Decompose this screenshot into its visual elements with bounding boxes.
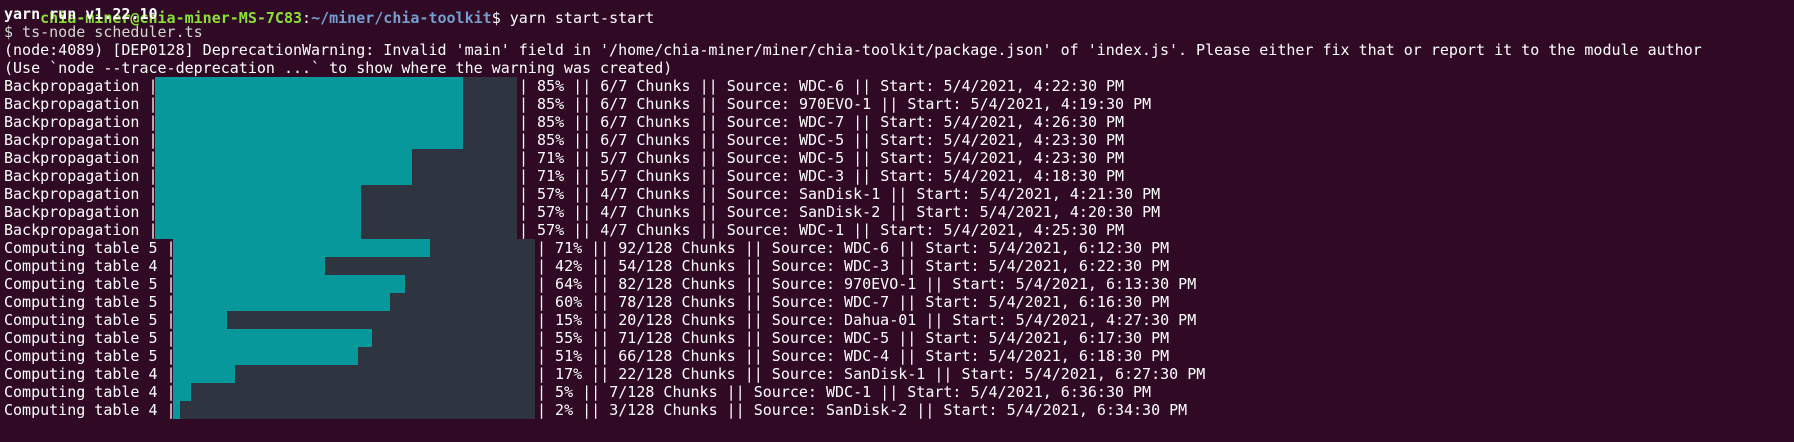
progress-bar-fill [155,221,361,239]
progress-row-status: | 71% || 5/7 Chunks || Source: WDC-3 || … [519,167,1125,185]
progress-bar-fill [173,275,405,293]
progress-row-label: Computing table 4 | [4,383,176,401]
progress-bar-fill [173,347,358,365]
prompt-separator: : [302,9,312,27]
progress-row-label: Computing table 4 | [4,365,176,383]
prompt-path: ~/miner/chia-toolkit [311,9,492,27]
progress-row-status: | 17% || 22/128 Chunks || Source: SanDis… [537,365,1206,383]
progress-bar [173,293,535,311]
progress-bar-fill [173,383,191,401]
progress-bar [173,365,535,383]
progress-row-status: | 15% || 20/128 Chunks || Source: Dahua-… [537,311,1197,329]
progress-row-status: | 55% || 71/128 Chunks || Source: WDC-5 … [537,329,1170,347]
progress-bar [173,401,535,419]
progress-bar [155,221,517,239]
progress-bar [155,113,517,131]
progress-row-label: Backpropagation | [4,221,158,239]
progress-row-status: | 2% || 3/128 Chunks || Source: SanDisk-… [537,401,1188,419]
progress-bar [173,275,535,293]
progress-row-label: Computing table 5 | [4,239,176,257]
progress-row-label: Backpropagation | [4,149,158,167]
progress-row-label: Computing table 5 | [4,293,176,311]
progress-row-label: Computing table 5 | [4,329,176,347]
progress-bar [155,185,517,203]
progress-row-status: | 51% || 66/128 Chunks || Source: WDC-4 … [537,347,1170,365]
progress-row-label: Backpropagation | [4,113,158,131]
progress-row-status: | 85% || 6/7 Chunks || Source: WDC-7 || … [519,113,1125,131]
progress-row-status: | 71% || 5/7 Chunks || Source: WDC-5 || … [519,149,1125,167]
progress-row-status: | 57% || 4/7 Chunks || Source: SanDisk-2… [519,203,1161,221]
progress-bar [173,257,535,275]
progress-bar [173,383,535,401]
prompt-dollar: $ [491,9,501,27]
progress-bar [173,329,535,347]
progress-bar [155,149,517,167]
progress-row-label: Backpropagation | [4,77,158,95]
progress-row-label: Backpropagation | [4,185,158,203]
progress-row-status: | 5% || 7/128 Chunks || Source: WDC-1 ||… [537,383,1152,401]
progress-bar-fill [173,257,325,275]
progress-bar [155,77,517,95]
progress-bar-fill [173,239,430,257]
progress-row-label: Computing table 5 | [4,347,176,365]
progress-bar-fill [155,185,361,203]
progress-row-status: | 85% || 6/7 Chunks || Source: WDC-5 || … [519,131,1125,149]
progress-bar-fill [155,149,412,167]
progress-bar-fill [155,131,463,149]
progress-row-status: | 57% || 4/7 Chunks || Source: WDC-1 || … [519,221,1125,239]
progress-bar [155,167,517,185]
prompt-command: yarn start-start [509,9,655,27]
progress-bar [155,95,517,113]
progress-row-label: Computing table 4 | [4,257,176,275]
progress-row-label: Backpropagation | [4,167,158,185]
progress-bar-fill [155,77,463,95]
progress-row-label: Computing table 4 | [4,401,176,419]
progress-bar-fill [155,95,463,113]
deprecation-hint-line: (Use `node --trace-deprecation ...` to s… [4,59,673,77]
progress-row-status: | 42% || 54/128 Chunks || Source: WDC-3 … [537,257,1170,275]
yarn-version-line: yarn run v1.22.10 [4,5,158,23]
progress-row-status: | 57% || 4/7 Chunks || Source: SanDisk-1… [519,185,1161,203]
ts-node-line: $ ts-node scheduler.ts [4,23,203,41]
progress-bar-fill [155,113,463,131]
deprecation-warning-line: (node:4089) [DEP0128] DeprecationWarning… [4,41,1702,59]
progress-bar [155,131,517,149]
progress-row-status: | 64% || 82/128 Chunks || Source: 970EVO… [537,275,1197,293]
progress-bar-fill [155,167,412,185]
progress-row-status: | 85% || 6/7 Chunks || Source: WDC-6 || … [519,77,1125,95]
progress-row-label: Computing table 5 | [4,311,176,329]
terminal-window[interactable]: chia-miner@chia-miner-MS-7C83:~/miner/ch… [0,0,1794,442]
progress-row-label: Computing table 5 | [4,275,176,293]
progress-row-status: | 71% || 92/128 Chunks || Source: WDC-6 … [537,239,1170,257]
progress-row-status: | 60% || 78/128 Chunks || Source: WDC-7 … [537,293,1170,311]
progress-bar-fill [173,311,227,329]
progress-bar [155,203,517,221]
progress-bar-fill [173,401,180,419]
progress-bar-fill [155,203,361,221]
progress-bar [173,347,535,365]
progress-row-label: Backpropagation | [4,203,158,221]
progress-row-status: | 85% || 6/7 Chunks || Source: 970EVO-1 … [519,95,1152,113]
progress-row-label: Backpropagation | [4,131,158,149]
progress-bar-fill [173,293,390,311]
progress-bar-fill [173,365,235,383]
progress-bar [173,311,535,329]
progress-row-label: Backpropagation | [4,95,158,113]
progress-bar [173,239,535,257]
progress-bar-fill [173,329,372,347]
